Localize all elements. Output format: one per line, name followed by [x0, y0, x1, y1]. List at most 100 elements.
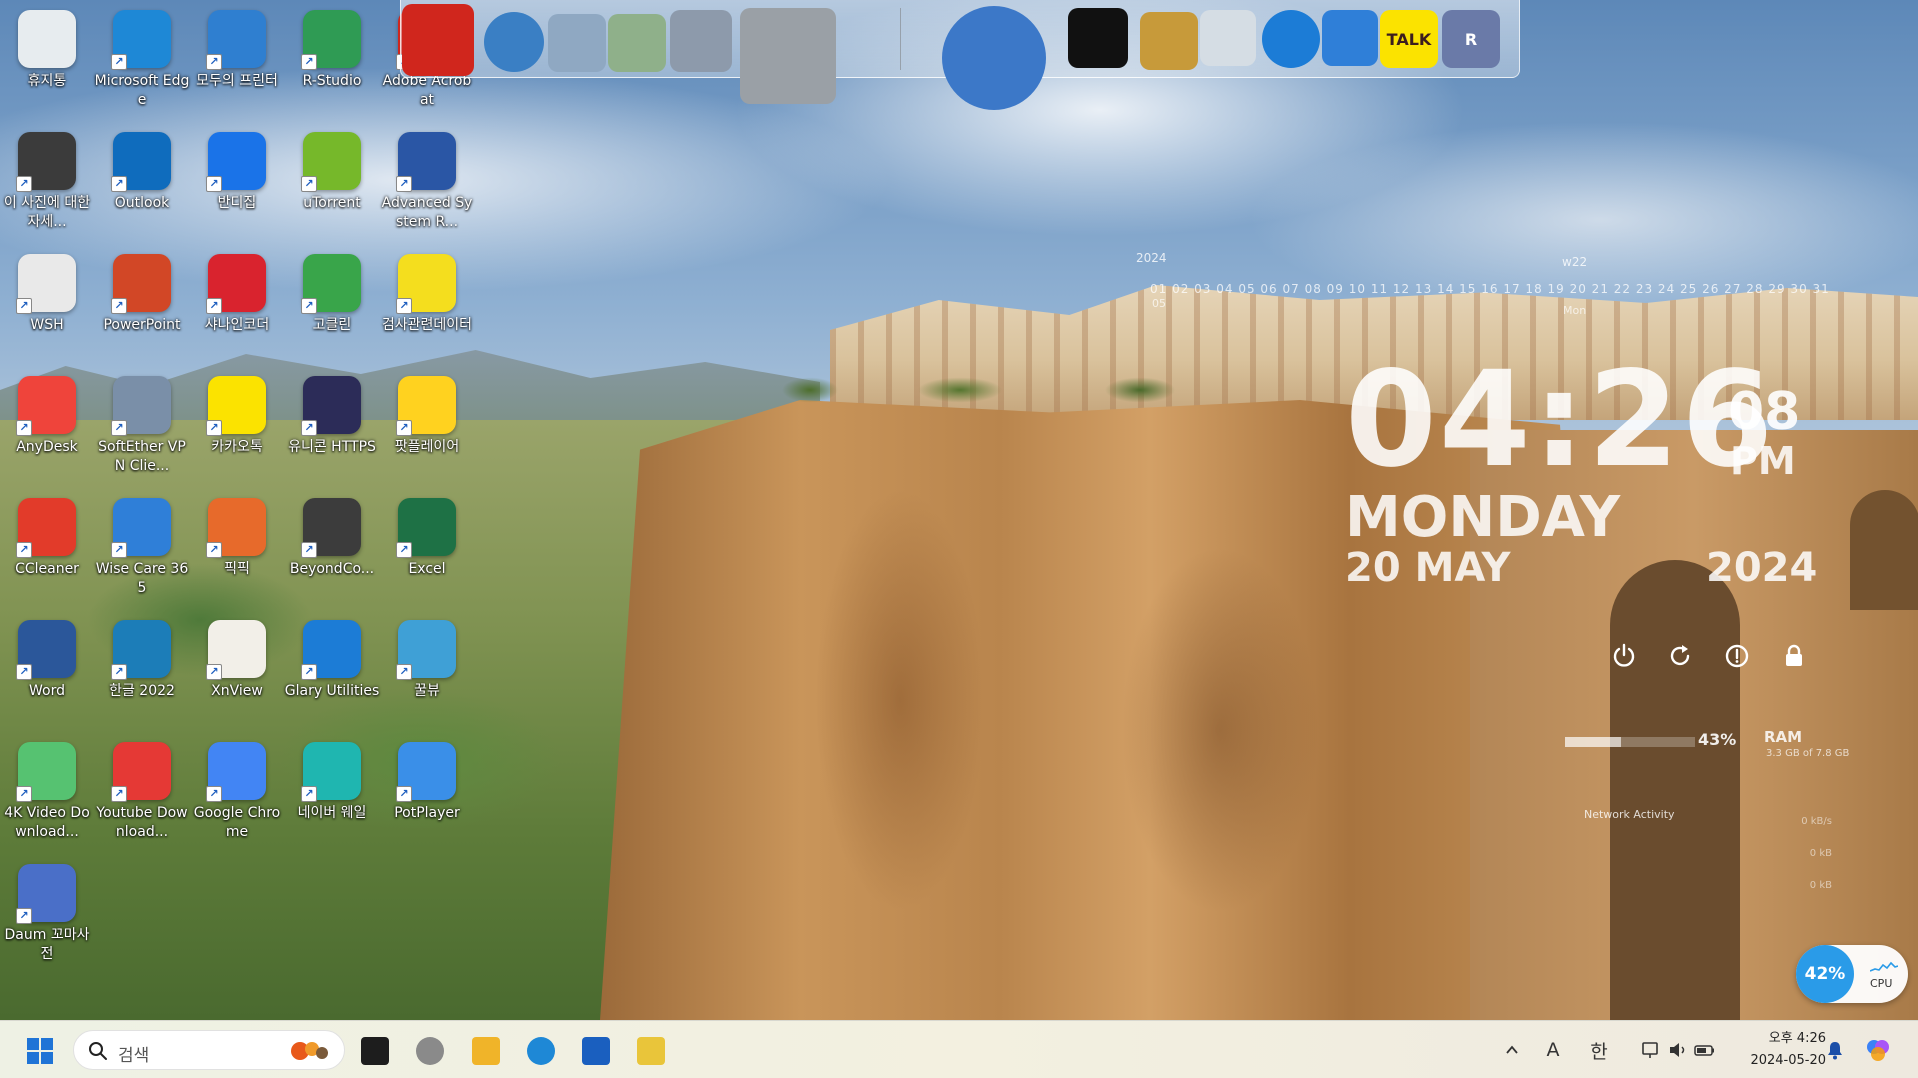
- recycle-bin-icon[interactable]: [1200, 10, 1256, 66]
- copilot-button[interactable]: [1862, 1035, 1894, 1065]
- desktop-icon[interactable]: 휴지통: [2, 10, 92, 128]
- chevron-up-icon: [1506, 1045, 1518, 1054]
- start-button[interactable]: [20, 1031, 60, 1071]
- desktop-icon[interactable]: ↗ 고클린: [287, 254, 377, 372]
- desktop-icon[interactable]: ↗ BeyondCo...: [287, 498, 377, 616]
- lock-button[interactable]: [1778, 640, 1810, 672]
- desktop-icon[interactable]: ↗ 픽픽: [192, 498, 282, 616]
- desktop-icon[interactable]: ↗ 한글 2022: [97, 620, 187, 738]
- tshirt-icon[interactable]: [1068, 8, 1128, 68]
- cpu-widget[interactable]: 42% CPU: [1796, 945, 1908, 1003]
- wallpaper-shrubs: [760, 370, 1260, 410]
- taskbar-app-button[interactable]: [466, 1031, 506, 1071]
- desktop-icon-label: Glary Utilities: [284, 683, 380, 699]
- desktop-icon[interactable]: ↗ Youtube Download...: [96, 742, 188, 860]
- desktop-icon[interactable]: ↗ 네이버 웨일: [287, 742, 377, 860]
- power-button[interactable]: [1608, 640, 1640, 672]
- desktop-icon[interactable]: ↗ Google Chrome: [192, 742, 282, 860]
- taskbar-app-button[interactable]: [576, 1031, 616, 1071]
- desktop-icon[interactable]: ↗ 반디집: [192, 132, 282, 250]
- youtube-downloader-icon: ↗: [111, 742, 171, 802]
- desktop-icon-label: Daum 꼬마사전: [4, 927, 90, 962]
- desktop-icon[interactable]: ↗ Microsoft Edge: [95, 10, 189, 128]
- desktop-icon[interactable]: ↗ Glary Utilities: [284, 620, 380, 738]
- desktop-icon-label: Wise Care 365: [95, 561, 189, 596]
- cpu-sparkline-icon: [1870, 961, 1898, 972]
- desktop-icon[interactable]: ↗ Wise Care 365: [95, 498, 189, 616]
- shortcut-arrow-icon: ↗: [206, 786, 222, 802]
- desktop-icon[interactable]: ↗ PowerPoint: [97, 254, 187, 372]
- desktop-icon[interactable]: ↗ 샤나인코더: [192, 254, 282, 372]
- microsoft-store-icon: [582, 1037, 610, 1065]
- desktop-icon[interactable]: ↗ Advanced System R...: [382, 132, 472, 250]
- desktop-icon[interactable]: ↗ Excel: [382, 498, 472, 616]
- printer-icon: ↗: [206, 10, 266, 70]
- desktop-icon-label: XnView: [211, 683, 263, 699]
- notification-button[interactable]: [1822, 1035, 1848, 1065]
- softether-vpn-icon: ↗: [111, 376, 171, 436]
- desktop-icon[interactable]: ↗ 4K Video Download...: [2, 742, 92, 860]
- desktop-icon[interactable]: ↗ R-Studio: [287, 10, 377, 128]
- desktop-icon[interactable]: ↗ 꿀뷰: [382, 620, 472, 738]
- desktop-icon-label: uTorrent: [303, 195, 361, 211]
- hibernate-button[interactable]: [1721, 640, 1753, 672]
- shortcut-arrow-icon: ↗: [301, 54, 317, 70]
- cpu-badge[interactable]: 42%: [1796, 945, 1854, 1003]
- desktop-icon[interactable]: ↗ AnyDesk: [2, 376, 92, 494]
- taskbar-app-button[interactable]: [355, 1031, 395, 1071]
- shortcut-arrow-icon: ↗: [16, 542, 32, 558]
- kakaotalk-icon[interactable]: TALK: [1380, 10, 1438, 68]
- glary-utilities-icon[interactable]: [1262, 10, 1320, 68]
- desktop-icon[interactable]: ↗ 이 사진에 대한 자세...: [2, 132, 92, 250]
- search-box[interactable]: 검색: [73, 1030, 345, 1070]
- powerpoint-icon: ↗: [111, 254, 171, 314]
- desktop-icon-label: BeyondCo...: [289, 561, 375, 577]
- desktop-icon[interactable]: ↗ 유니콘 HTTPS: [287, 376, 377, 494]
- internet-globe-icon[interactable]: [484, 12, 544, 72]
- tray-overflow-button[interactable]: [1500, 1035, 1524, 1065]
- ime-language-indicator[interactable]: 한: [1584, 1035, 1614, 1065]
- desktop-icon[interactable]: ↗ 카카오톡: [192, 376, 282, 494]
- desktop-icon[interactable]: ↗ Word: [2, 620, 92, 738]
- search-placeholder: 검색: [118, 1046, 150, 1066]
- folder-network-icon[interactable]: [670, 10, 732, 72]
- desktop-icon[interactable]: ↗ 팟플레이어: [382, 376, 472, 494]
- shortcut-arrow-icon: ↗: [111, 176, 127, 192]
- desktop-icon[interactable]: ↗ XnView: [192, 620, 282, 738]
- potplayer-icon: ↗: [396, 742, 456, 802]
- restart-icon: [1670, 645, 1690, 666]
- system-tools-icon[interactable]: [740, 8, 836, 104]
- taskbar-app-button[interactable]: [631, 1031, 671, 1071]
- desktop-icon[interactable]: ↗ Daum 꼬마사전: [2, 864, 92, 982]
- restart-button[interactable]: [1664, 640, 1696, 672]
- desktop-icon[interactable]: ↗ 모두의 프린터: [192, 10, 282, 128]
- taskbar-app-button[interactable]: [410, 1031, 450, 1071]
- desktop-icon-label: 휴지통: [27, 73, 67, 89]
- wsh-file-icon: ↗: [16, 254, 76, 314]
- folder-green-icon[interactable]: [608, 14, 666, 72]
- taskbar-app-button[interactable]: [521, 1031, 561, 1071]
- clock-weekday: MONDAY: [1345, 485, 1621, 550]
- shortcut-arrow-icon: ↗: [16, 176, 32, 192]
- clock-date: 20 MAY: [1345, 545, 1511, 591]
- desktop-icon[interactable]: ↗ PotPlayer: [382, 742, 472, 860]
- tray-system-icons[interactable]: [1634, 1035, 1724, 1065]
- ime-mode-indicator[interactable]: A: [1538, 1035, 1568, 1065]
- desktop-icon[interactable]: ↗ Outlook: [97, 132, 187, 250]
- desktop-icon[interactable]: ↗ SoftEther VPN Clie...: [97, 376, 187, 494]
- registry-icon[interactable]: R: [1442, 10, 1500, 68]
- desktop-icon[interactable]: ↗ uTorrent: [287, 132, 377, 250]
- desktop-icon[interactable]: ↗ WSH: [2, 254, 92, 372]
- wallpaper-bridge-arch: [1610, 560, 1740, 1020]
- globe-icon[interactable]: [942, 6, 1046, 110]
- calendar-week: w22: [1562, 255, 1588, 269]
- hammer-icon[interactable]: [1140, 12, 1198, 70]
- cpu-label: CPU: [1870, 977, 1893, 990]
- dock-divider: [900, 8, 901, 70]
- folder-documents-icon[interactable]: [548, 14, 606, 72]
- tray-clock[interactable]: 오후 4:26 2024-05-20: [1726, 1028, 1826, 1072]
- wise-care-icon[interactable]: [1322, 10, 1378, 66]
- desktop-icon[interactable]: ↗ 검사관련데이터: [382, 254, 472, 372]
- desktop-icon[interactable]: ↗ CCleaner: [2, 498, 92, 616]
- acrobat-reader-icon[interactable]: [402, 4, 474, 76]
